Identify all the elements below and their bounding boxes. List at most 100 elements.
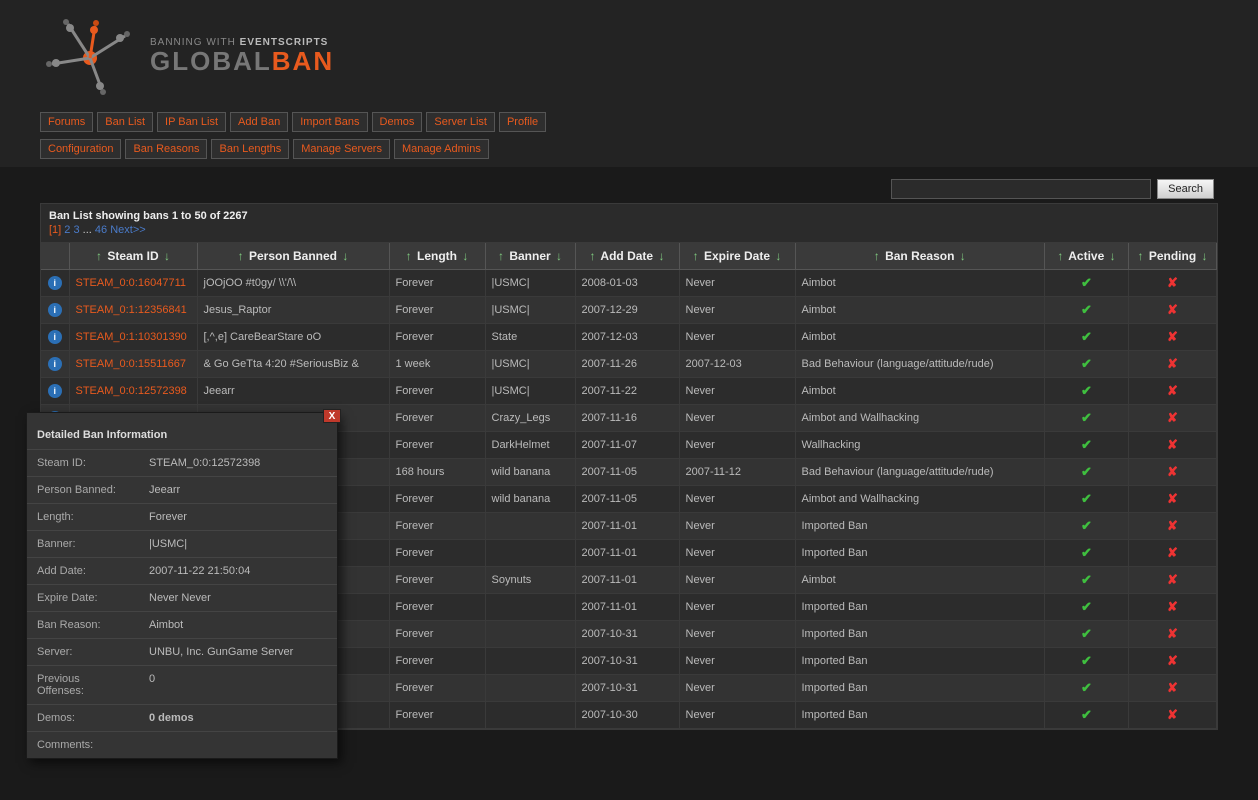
cross-icon: ✘ — [1167, 437, 1178, 452]
popup-title: Detailed Ban Information — [27, 413, 337, 449]
nav-forums[interactable]: Forums — [40, 112, 93, 132]
pending-cell: ✘ — [1129, 702, 1217, 729]
length-cell: 168 hours — [389, 459, 485, 486]
expire-cell: Never — [679, 513, 795, 540]
col-banner[interactable]: ↑ Banner ↓ — [485, 243, 575, 270]
pending-cell: ✘ — [1129, 540, 1217, 567]
check-icon: ✔ — [1081, 437, 1092, 452]
nav-demos[interactable]: Demos — [372, 112, 423, 132]
reason-cell: Aimbot — [795, 297, 1045, 324]
active-cell: ✔ — [1045, 540, 1129, 567]
popup-value: 2007-11-22 21:50:04 — [139, 558, 337, 585]
col-pending[interactable]: ↑ Pending ↓ — [1129, 243, 1217, 270]
banner-cell: wild banana — [485, 486, 575, 513]
pending-cell: ✘ — [1129, 432, 1217, 459]
expire-cell: Never — [679, 378, 795, 405]
col-active[interactable]: ↑ Active ↓ — [1045, 243, 1129, 270]
banner-cell: |USMC| — [485, 297, 575, 324]
table-row: i STEAM_0:1:12356841 Jesus_RaptorForever|U… — [41, 297, 1217, 324]
info-icon[interactable]: i — [48, 357, 62, 371]
col-person-banned[interactable]: ↑ Person Banned ↓ — [197, 243, 389, 270]
nav-ban-lengths[interactable]: Ban Lengths — [211, 139, 289, 159]
banner-cell — [485, 621, 575, 648]
nav-manage-servers[interactable]: Manage Servers — [293, 139, 390, 159]
close-icon[interactable]: X — [323, 409, 341, 423]
add-date-cell: 2008-01-03 — [575, 270, 679, 297]
info-icon[interactable]: i — [48, 330, 62, 344]
active-cell: ✔ — [1045, 432, 1129, 459]
length-cell: Forever — [389, 648, 485, 675]
info-icon[interactable]: i — [48, 384, 62, 398]
col-add-date[interactable]: ↑ Add Date ↓ — [575, 243, 679, 270]
info-icon[interactable]: i — [48, 276, 62, 290]
nav-ip-ban-list[interactable]: IP Ban List — [157, 112, 226, 132]
expire-cell: Never — [679, 594, 795, 621]
popup-label: Previous Offenses: — [27, 666, 139, 705]
banner-cell: DarkHelmet — [485, 432, 575, 459]
info-icon[interactable]: i — [48, 303, 62, 317]
expire-cell: Never — [679, 648, 795, 675]
popup-row: Steam ID:STEAM_0:0:12572398 — [27, 450, 337, 477]
popup-label: Demos: — [27, 705, 139, 732]
nav-profile[interactable]: Profile — [499, 112, 546, 132]
pending-cell: ✘ — [1129, 567, 1217, 594]
page-2-link[interactable]: 2 — [64, 224, 70, 236]
nav-manage-admins[interactable]: Manage Admins — [394, 139, 489, 159]
cross-icon: ✘ — [1167, 626, 1178, 641]
popup-value: STEAM_0:0:12572398 — [139, 450, 337, 477]
nav-server-list[interactable]: Server List — [426, 112, 495, 132]
person-cell: Jesus_Raptor — [197, 297, 389, 324]
popup-label: Comments: — [27, 732, 139, 759]
length-cell: Forever — [389, 540, 485, 567]
popup-row: Previous Offenses:0 — [27, 666, 337, 705]
nav-ban-list[interactable]: Ban List — [97, 112, 153, 132]
active-cell: ✔ — [1045, 567, 1129, 594]
col-ban-reason[interactable]: ↑ Ban Reason ↓ — [795, 243, 1045, 270]
cross-icon: ✘ — [1167, 275, 1178, 290]
popup-label: Person Banned: — [27, 477, 139, 504]
pending-cell: ✘ — [1129, 270, 1217, 297]
length-cell: Forever — [389, 567, 485, 594]
popup-value: 0 demos — [139, 705, 337, 732]
nav-import-bans[interactable]: Import Bans — [292, 112, 367, 132]
check-icon: ✔ — [1081, 599, 1092, 614]
steam-id-link[interactable]: STEAM_0:1:10301390 — [76, 331, 187, 343]
search-input[interactable] — [891, 179, 1151, 199]
steam-id-link[interactable]: STEAM_0:0:12572398 — [76, 385, 187, 397]
nav-configuration[interactable]: Configuration — [40, 139, 121, 159]
search-button[interactable]: Search — [1157, 179, 1214, 199]
popup-label: Ban Reason: — [27, 612, 139, 639]
add-date-cell: 2007-11-07 — [575, 432, 679, 459]
col-expire-date[interactable]: ↑ Expire Date ↓ — [679, 243, 795, 270]
logo-area: BANNING WITH EVENTSCRIPTS GLOBALBAN — [40, 10, 1218, 110]
banner-cell — [485, 648, 575, 675]
col-length[interactable]: ↑ Length ↓ — [389, 243, 485, 270]
reason-cell: Imported Ban — [795, 594, 1045, 621]
pending-cell: ✘ — [1129, 297, 1217, 324]
nav-add-ban[interactable]: Add Ban — [230, 112, 288, 132]
add-date-cell: 2007-11-05 — [575, 459, 679, 486]
pending-cell: ✘ — [1129, 324, 1217, 351]
check-icon: ✔ — [1081, 707, 1092, 722]
cross-icon: ✘ — [1167, 653, 1178, 668]
col-steam-id[interactable]: ↑ Steam ID ↓ — [69, 243, 197, 270]
steam-id-link[interactable]: STEAM_0:0:15511667 — [76, 358, 186, 370]
expire-cell: Never — [679, 324, 795, 351]
check-icon: ✔ — [1081, 275, 1092, 290]
table-row: iSTEAM_0:0:12572398JeearrForever|USMC|20… — [41, 378, 1217, 405]
pending-cell: ✘ — [1129, 621, 1217, 648]
pending-cell: ✘ — [1129, 594, 1217, 621]
nav-row-2: ConfigurationBan ReasonsBan LengthsManag… — [40, 137, 1218, 161]
length-cell: Forever — [389, 297, 485, 324]
steam-id-link[interactable]: STEAM_0:0:16047711 — [76, 277, 186, 289]
table-row: iSTEAM_0:1:10301390[,^,e] CareBearStare … — [41, 324, 1217, 351]
page-3-link[interactable]: 3 — [73, 224, 79, 236]
check-icon: ✔ — [1081, 464, 1092, 479]
page-last-link[interactable]: 46 — [95, 224, 107, 236]
check-icon: ✔ — [1081, 383, 1092, 398]
popup-row: Banner:|USMC| — [27, 531, 337, 558]
page-next-link[interactable]: Next>> — [110, 224, 145, 236]
nav-ban-reasons[interactable]: Ban Reasons — [125, 139, 207, 159]
person-cell: & Go GeTta 4:20 #SeriousBiz & — [197, 351, 389, 378]
steam-id-link[interactable]: STEAM_0:1:12356841 — [76, 304, 187, 316]
